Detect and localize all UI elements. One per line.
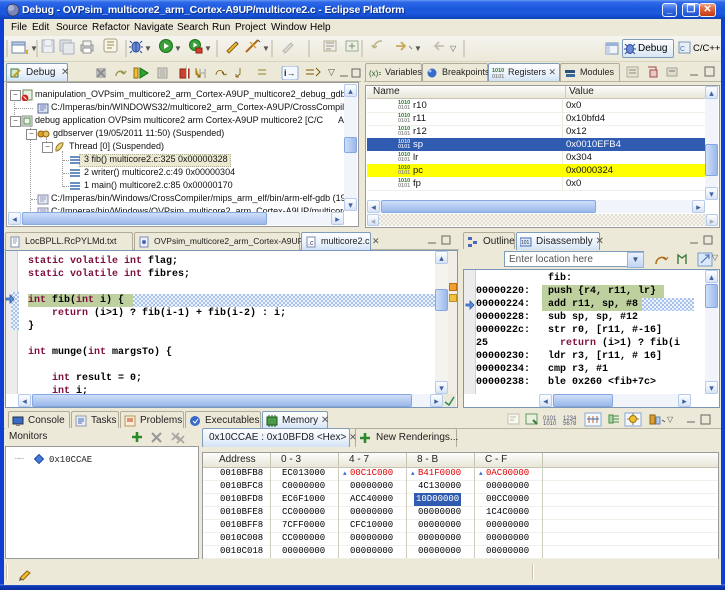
svg-text:5678: 5678 (563, 421, 577, 427)
svg-text:i→: i→ (284, 68, 296, 78)
svg-text:▽: ▽ (328, 67, 335, 77)
svg-text:▼: ▼ (174, 44, 182, 53)
svg-text:▼: ▼ (204, 44, 212, 53)
svg-text:▼: ▼ (144, 44, 152, 53)
svg-text:▼: ▼ (30, 44, 38, 53)
svg-text:0101: 0101 (492, 74, 504, 79)
svg-text:(x)=: (x)= (369, 69, 381, 78)
svg-text:.c: .c (308, 240, 314, 247)
svg-text:▼: ▼ (262, 44, 270, 53)
svg-text:101: 101 (521, 240, 530, 246)
svg-text:1010: 1010 (543, 421, 557, 427)
svg-text:▽: ▽ (667, 415, 674, 424)
svg-text:C: C (680, 46, 685, 53)
svg-text:▼: ▼ (414, 44, 422, 53)
svg-text:▽: ▽ (450, 44, 457, 53)
